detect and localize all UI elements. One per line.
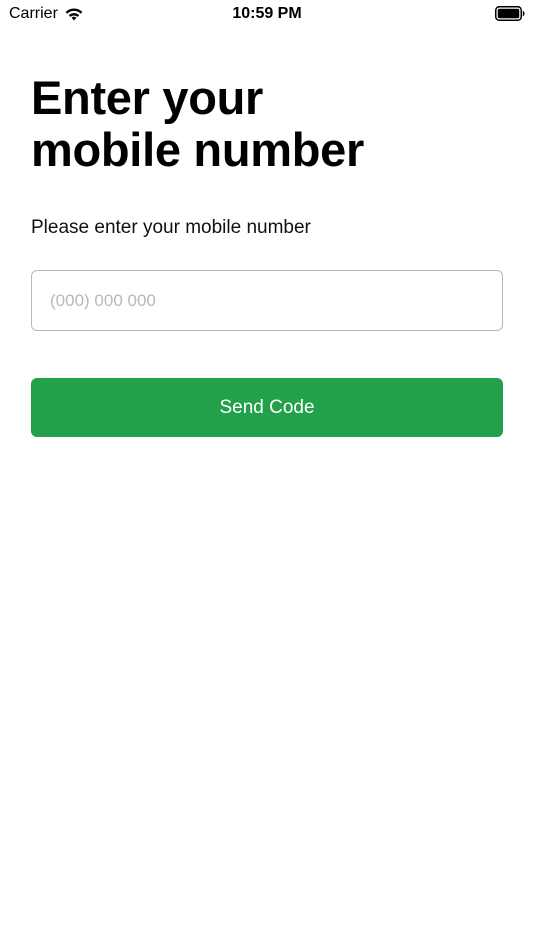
battery-full-icon <box>495 6 525 21</box>
status-bar: Carrier 10:59 PM <box>0 0 534 28</box>
phone-number-input[interactable] <box>31 270 503 331</box>
instruction-text: Please enter your mobile number <box>31 217 311 238</box>
page-title: Enter your mobile number <box>31 71 364 176</box>
send-code-button[interactable]: Send Code <box>31 378 503 437</box>
status-time: 10:59 PM <box>232 5 302 22</box>
